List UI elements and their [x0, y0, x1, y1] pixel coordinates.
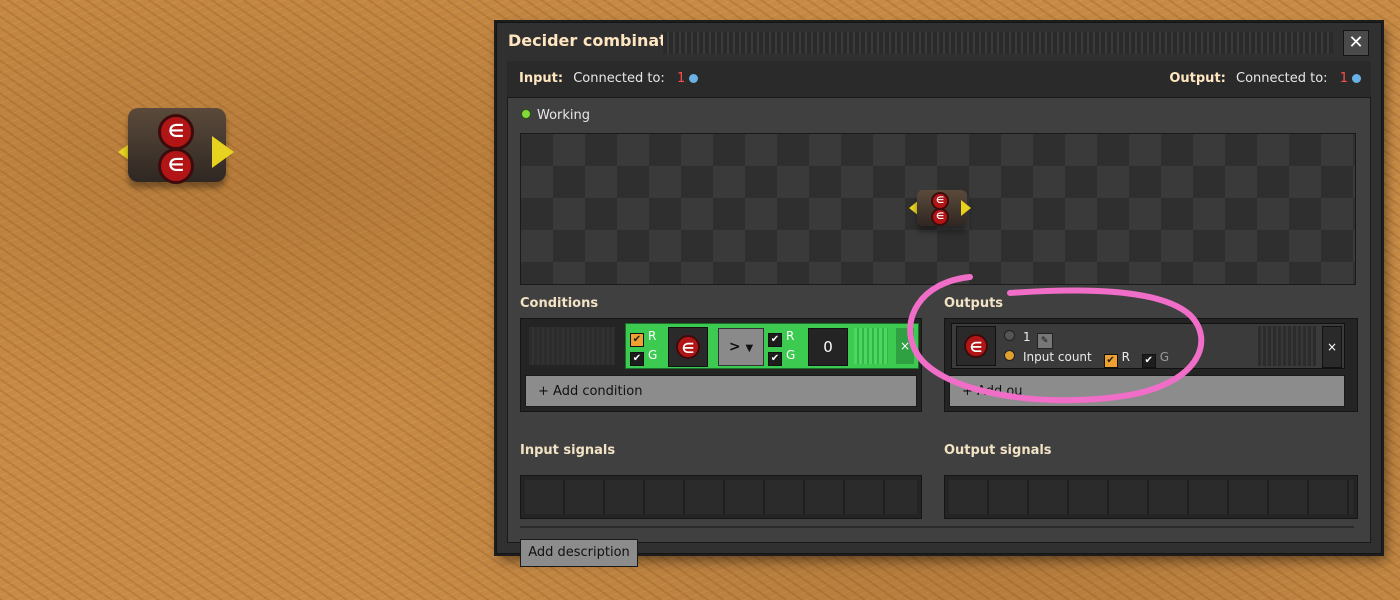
add-output-button[interactable]: + Add ou [949, 375, 1345, 407]
input-label: Input: [519, 71, 564, 86]
row-drag-handle[interactable] [1258, 326, 1316, 366]
info-icon[interactable] [689, 74, 699, 83]
status-indicator: Working [521, 108, 590, 123]
preview-decider-combinator: ∈ ∈ [909, 186, 979, 230]
right-red-wire-toggle[interactable]: ✔ R [768, 329, 794, 347]
output-input-count-option[interactable]: Input count ✔ R ✔ G [1004, 350, 1169, 368]
output-signals-panel [944, 475, 1358, 519]
checkbox-checked-icon[interactable]: ✔ [1141, 354, 1156, 368]
output-arrow-icon [961, 200, 971, 216]
add-description-button[interactable]: Add description [520, 539, 638, 567]
edit-pencil-icon[interactable]: ✎ [1036, 333, 1053, 349]
row-drag-handle[interactable] [854, 328, 888, 364]
signal-E-icon: ∈ [676, 335, 700, 359]
drag-handle[interactable] [663, 32, 1333, 54]
output-signals-title: Output signals [944, 443, 1052, 458]
input-connection: Input: Connected to: 1 [519, 71, 699, 86]
status-text: Working [537, 108, 591, 123]
input-signals-panel [520, 475, 922, 519]
status-light-icon [521, 109, 531, 119]
window-content: Input: Connected to: 1 Output: Connected… [507, 61, 1371, 567]
divider [520, 526, 1354, 528]
output-row: ∈ 1 ✎ Input count ✔ R ✔ G × [951, 323, 1345, 369]
input-signals-slots [525, 480, 917, 514]
comparator-dropdown[interactable]: > ▼ [718, 328, 764, 366]
output-label: Output: [1169, 71, 1226, 86]
radio-off-icon [1004, 330, 1015, 341]
signal-E-icon: ∈ [158, 148, 194, 184]
first-signal-button[interactable]: ∈ [668, 327, 708, 367]
conditions-title: Conditions [520, 296, 599, 311]
input-connection-count: 1 [676, 71, 686, 86]
connection-bar: Input: Connected to: 1 Output: Connected… [507, 61, 1371, 98]
signal-E-icon: ∈ [931, 208, 949, 226]
left-red-wire-toggle[interactable]: ✔ R [630, 329, 656, 347]
window-title: Decider combinator [508, 31, 686, 50]
add-condition-button[interactable]: + Add condition [525, 375, 917, 407]
checkbox-checked-icon: ✔ [630, 333, 644, 347]
entity-preview: ∈ ∈ [520, 133, 1356, 285]
constant-input[interactable]: 0 [808, 328, 848, 366]
left-green-wire-toggle[interactable]: ✔ G [630, 348, 657, 366]
output-constant-option[interactable]: 1 ✎ [1004, 330, 1053, 349]
info-icon[interactable] [1352, 74, 1361, 83]
checkbox-checked-icon[interactable]: ✔ [1103, 354, 1118, 368]
radio-on-icon [1004, 350, 1015, 361]
world-decider-combinator[interactable]: ∈ ∈ [118, 100, 250, 188]
checkbox-checked-icon: ✔ [768, 352, 782, 366]
checkbox-checked-icon: ✔ [630, 352, 644, 366]
remove-condition-button[interactable]: × [896, 328, 914, 364]
conditions-panel: ✔ R ✔ G ∈ > ▼ ✔ R ✔ G 0 × + Add condition [520, 318, 922, 412]
right-green-wire-toggle[interactable]: ✔ G [768, 348, 795, 366]
close-button[interactable]: ✕ [1343, 30, 1369, 56]
condition-row: ✔ R ✔ G ∈ > ▼ ✔ R ✔ G 0 × [625, 323, 919, 369]
input-connected-text: Connected to: [573, 71, 665, 86]
outputs-title: Outputs [944, 296, 1004, 311]
output-arrow-icon [212, 136, 234, 168]
output-signal-button[interactable]: ∈ [956, 326, 996, 366]
remove-output-button[interactable]: × [1322, 326, 1342, 368]
output-signals-slots [949, 480, 1353, 514]
outputs-panel: ∈ 1 ✎ Input count ✔ R ✔ G × + Add ou [944, 318, 1358, 412]
output-connected-text: Connected to: [1236, 71, 1328, 86]
condition-connector-slot [529, 327, 615, 365]
signal-E-icon: ∈ [158, 114, 194, 150]
output-connection-count: 1 [1339, 71, 1348, 86]
checkbox-checked-icon: ✔ [768, 333, 782, 347]
output-connection: Output: Connected to: 1 [1169, 71, 1361, 86]
signal-E-icon: ∈ [964, 334, 988, 358]
chevron-down-icon: ▼ [745, 343, 754, 354]
input-signals-title: Input signals [520, 443, 616, 458]
decider-combinator-window: Decider combinator ✕ Input: Connected to… [496, 22, 1382, 567]
title-bar[interactable]: Decider combinator ✕ [497, 23, 1381, 61]
